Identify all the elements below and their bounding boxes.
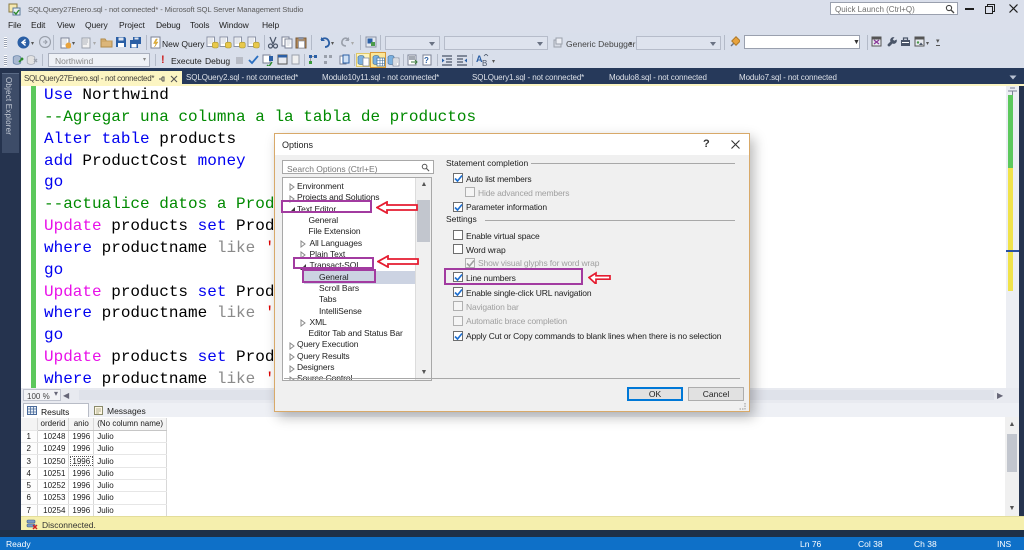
svg-text:?: ? — [424, 56, 429, 65]
svg-text:B: B — [482, 59, 487, 67]
